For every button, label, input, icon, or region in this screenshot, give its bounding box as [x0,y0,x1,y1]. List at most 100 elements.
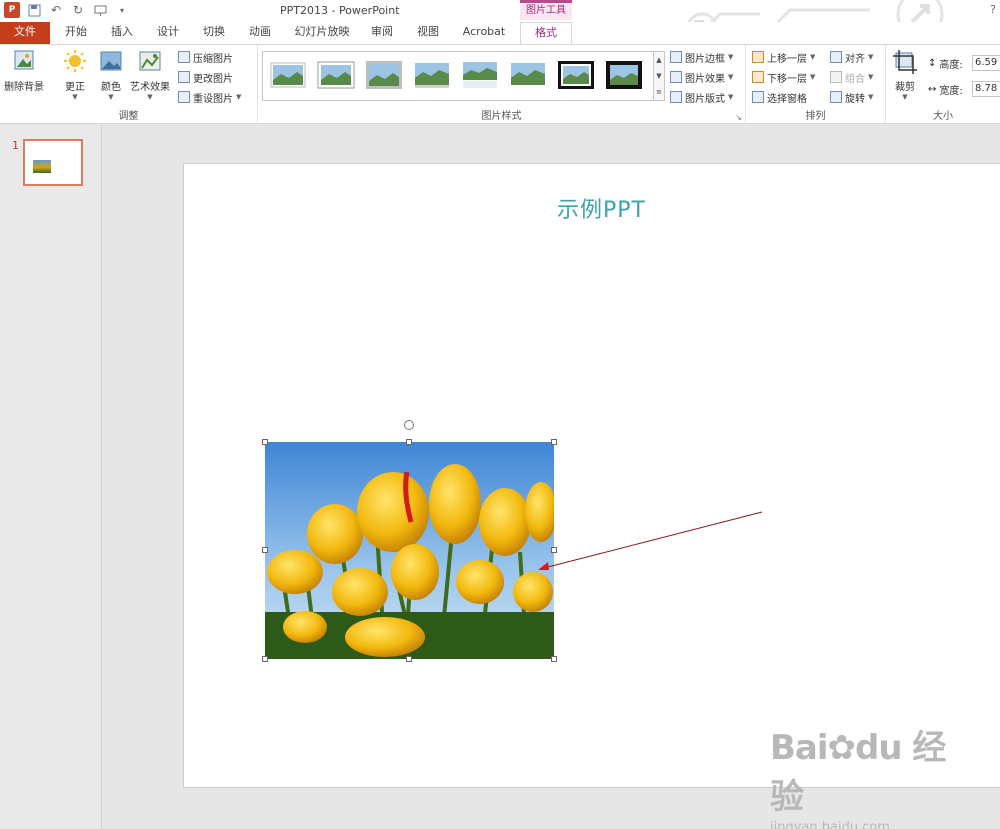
tab-insert[interactable]: 插入 [104,22,140,44]
scroll-up-icon[interactable]: ▲ [656,56,661,64]
height-input[interactable]: 6.59 [972,55,1000,71]
arrange-group-label: 排列 [805,111,826,122]
resize-handle-ne[interactable] [551,439,557,445]
tab-animations[interactable]: 动画 [242,22,278,44]
picture-style-5[interactable] [461,60,499,90]
chevron-down-icon: ▼ [72,93,78,101]
rotation-handle[interactable] [404,420,414,430]
selection-pane-button[interactable]: 选择窗格 [752,89,807,105]
tab-file[interactable]: 文件 [0,22,50,44]
resize-handle-n[interactable] [406,439,412,445]
baidu-watermark: Bai✿du 经验 jingyan.baidu.com [770,720,970,829]
scroll-down-icon[interactable]: ▼ [656,72,661,80]
picture-border-label: 图片边框 [685,53,725,65]
chevron-down-icon: ▼ [810,53,816,61]
gallery-scroll[interactable]: ▲ ▼ ≡ [654,51,665,101]
picture-border-button[interactable]: 图片边框 ▼ [670,49,733,65]
rotate-button[interactable]: 旋转 ▼ [830,89,873,105]
align-label: 对齐 [845,53,865,65]
help-icon[interactable]: ? [990,3,996,16]
tab-slideshow[interactable]: 幻灯片放映 [290,22,354,44]
resize-handle-nw[interactable] [262,439,268,445]
align-button[interactable]: 对齐 ▼ [830,49,873,65]
picture-style-7[interactable] [557,60,595,90]
picture-style-8[interactable] [605,60,643,90]
picture-style-1[interactable] [269,60,307,90]
annotation-arrow [538,511,763,570]
picture-layout-button[interactable]: 图片版式 ▼ [670,89,733,105]
reset-picture-icon [178,91,190,103]
height-label: 高度: [939,59,963,71]
bring-forward-button[interactable]: 上移一层 ▼ [752,49,815,65]
arrange-group: 上移一层 ▼ 下移一层 ▼ 选择窗格 对齐 ▼ 组合 ▼ 旋转 ▼ 排列 [746,45,886,124]
watermark-url: jingyan.baidu.com [770,820,890,829]
color-button[interactable]: 颜色 ▼ [98,49,124,101]
change-picture-label: 更改图片 [193,73,233,85]
corrections-button[interactable]: 更正 ▼ [62,49,88,101]
tab-review[interactable]: 审阅 [364,22,400,44]
window-title: PPT2013 - PowerPoint [280,4,400,17]
slide[interactable]: 示例PPT [183,163,1000,788]
resize-handle-sw[interactable] [262,656,268,662]
remove-background-button[interactable]: 删除背景 [4,49,44,93]
tab-transitions[interactable]: 切换 [196,22,232,44]
group-button[interactable]: 组合 ▼ [830,69,873,85]
reset-picture-label: 重设图片 [193,93,233,105]
redo-icon[interactable]: ↻ [70,2,86,18]
remove-background-icon [14,50,34,70]
height-icon: ↕ [928,57,937,69]
tab-format[interactable]: 格式 [520,22,572,45]
watermark-logo: Bai✿du 经验 [770,728,946,817]
powerpoint-logo-icon[interactable]: P [4,2,20,18]
artistic-effects-label: 艺术效果 [130,82,170,93]
tab-acrobat[interactable]: Acrobat [458,22,510,44]
picture-effects-icon [670,71,682,83]
sun-icon [64,50,86,72]
picture-style-4[interactable] [413,60,451,90]
adjust-group-label: 调整 [118,111,139,122]
group-icon [830,71,842,83]
change-picture-icon [178,71,190,83]
present-icon[interactable] [92,2,108,18]
tulip-image [265,442,557,660]
reset-picture-button[interactable]: 重设图片 ▼ [178,89,241,105]
tab-design[interactable]: 设计 [150,22,186,44]
resize-handle-s[interactable] [406,656,412,662]
gallery-more-icon[interactable]: ≡ [656,88,662,96]
resize-handle-w[interactable] [262,547,268,553]
compress-icon [178,51,190,63]
save-icon[interactable] [26,2,42,18]
resize-handle-se[interactable] [551,656,557,662]
selection-pane-icon [752,91,764,103]
picture-effects-button[interactable]: 图片效果 ▼ [670,69,733,85]
selection-pane-label: 选择窗格 [767,93,807,105]
chevron-down-icon: ▼ [868,93,874,101]
slide-title[interactable]: 示例PPT [184,192,1000,224]
crop-button[interactable]: 裁剪 ▼ [892,49,918,101]
title-bar: P ↶ ↻ ▾ PPT2013 - PowerPoint 图片工具 ? [0,0,1000,44]
tulip-picture[interactable] [262,420,557,662]
bring-forward-icon [752,51,764,63]
dialog-launcher-icon[interactable]: ↘ [735,113,742,122]
tab-view[interactable]: 视图 [410,22,446,44]
undo-icon[interactable]: ↶ [48,2,64,18]
chevron-down-icon: ▼ [236,93,242,101]
artistic-effects-button[interactable]: 艺术效果 ▼ [130,49,170,101]
customize-qat-icon[interactable]: ▾ [114,2,130,18]
chevron-down-icon: ▼ [728,53,734,61]
change-picture-button[interactable]: 更改图片 [178,69,233,85]
compress-label: 压缩图片 [193,53,233,65]
chevron-down-icon: ▼ [728,73,734,81]
send-backward-button[interactable]: 下移一层 ▼ [752,69,815,85]
picture-style-2[interactable] [317,60,355,90]
width-input[interactable]: 8.78 [972,81,1000,97]
tab-home[interactable]: 开始 [58,22,94,44]
picture-style-3[interactable] [365,60,403,90]
picture-styles-gallery [262,51,654,101]
compress-pictures-button[interactable]: 压缩图片 [178,49,233,65]
slide-thumbnail[interactable] [23,139,83,186]
picture-style-6[interactable] [509,60,547,90]
send-backward-label: 下移一层 [767,73,807,85]
thumbnail-picture [33,160,51,173]
picture-color-icon [100,51,122,71]
